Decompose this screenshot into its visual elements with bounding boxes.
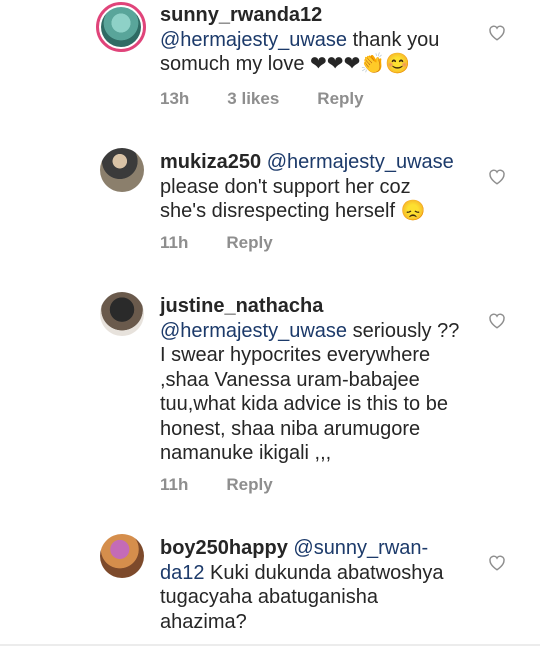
username[interactable]: mukiza250 xyxy=(160,151,261,173)
heart-outline-icon[interactable] xyxy=(487,311,507,329)
avatar[interactable] xyxy=(96,2,146,52)
timestamp: 13h xyxy=(160,89,190,108)
mention-link[interactable]: @hermajesty_uwase xyxy=(160,320,347,342)
comment-body: please don't support her coz she's disre… xyxy=(160,175,426,223)
reply-button[interactable]: Reply xyxy=(226,475,272,494)
mention-link[interactable]: @hermajesty_uwase xyxy=(160,29,347,51)
comment-meta: 13h 3 likes Reply xyxy=(160,89,402,109)
heart-outline-icon[interactable] xyxy=(487,167,507,185)
comment-meta: 11h Reply xyxy=(160,233,311,253)
comment-text: justine_nathacha @hermajesty_uwase serio… xyxy=(160,294,460,466)
username[interactable]: boy250happy xyxy=(160,537,288,559)
reply-button[interactable]: Reply xyxy=(317,89,363,108)
avatar[interactable] xyxy=(100,148,144,192)
reply-button[interactable]: Reply xyxy=(226,233,272,252)
timestamp: 11h xyxy=(160,233,189,252)
username[interactable]: justine_nathacha xyxy=(160,295,323,317)
comment-text: mukiza250 @hermajesty_uwase please don't… xyxy=(160,150,460,224)
username[interactable]: sunny_rwanda12 xyxy=(160,4,322,26)
heart-outline-icon[interactable] xyxy=(487,553,507,571)
likes-count[interactable]: 3 likes xyxy=(227,89,279,108)
comment-meta: 11h Reply xyxy=(160,475,311,495)
avatar[interactable] xyxy=(100,292,144,336)
comment-text: boy250happy @sunny_rwan-da12 Kuki dukund… xyxy=(160,536,460,634)
mention-link[interactable]: @hermajesty_uwase xyxy=(261,151,454,173)
heart-outline-icon[interactable] xyxy=(487,23,507,41)
comment-text: sunny_rwanda12 @hermajesty_uwase thank y… xyxy=(160,3,460,77)
timestamp: 11h xyxy=(160,475,189,494)
avatar[interactable] xyxy=(100,534,144,578)
